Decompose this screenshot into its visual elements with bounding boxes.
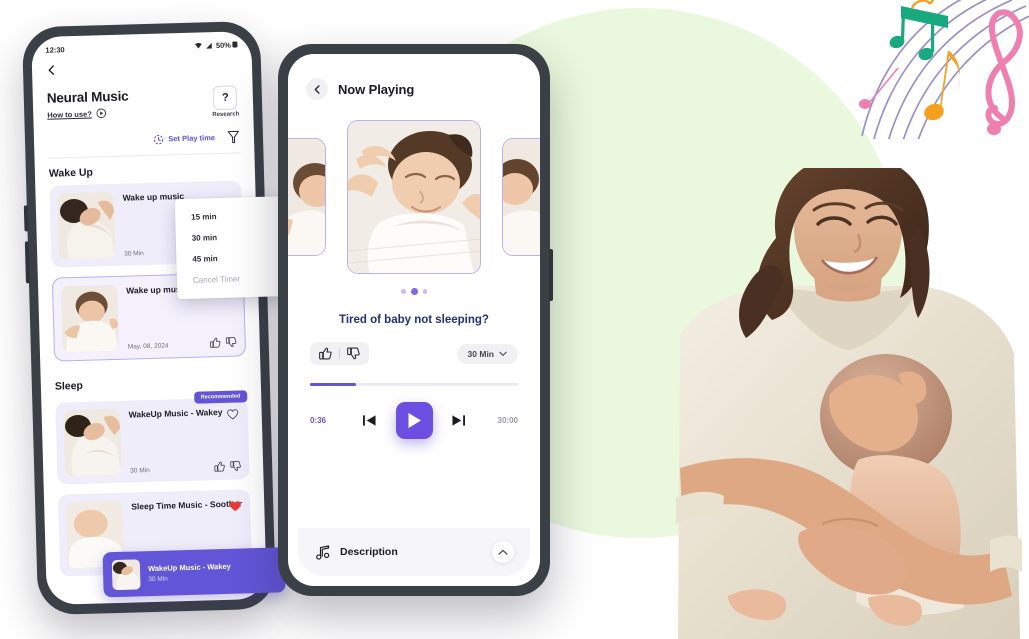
player-controls: 0:36 30:00 <box>288 386 540 439</box>
favorite-heart-filled[interactable] <box>229 498 241 516</box>
thumbs-down-icon[interactable] <box>230 460 241 471</box>
phone-left-playlist-screen: 12:30 50% Neural Music How to use? ? Res… <box>21 20 290 616</box>
heart-outline-icon <box>227 409 239 420</box>
cancel-timer-option[interactable]: Cancel Timer <box>177 267 290 291</box>
battery-icon <box>232 41 238 48</box>
carousel-dots[interactable] <box>288 288 540 295</box>
vote-divider <box>339 348 340 359</box>
timer-dropdown-menu[interactable]: 15 min 30 min 45 min Cancel Timer <box>174 196 290 300</box>
power-button[interactable] <box>549 249 553 301</box>
page-title: Neural Music <box>46 88 129 106</box>
set-play-time-button[interactable]: Set Play time <box>153 132 215 145</box>
track-thumbnail <box>61 284 119 353</box>
track-thumbnail <box>57 191 116 260</box>
mini-player-bar[interactable]: WakeUp Music - Wakey 30 Min <box>102 547 286 598</box>
expand-description-button[interactable] <box>492 541 514 563</box>
track-date: May, 08, 2024 <box>127 342 169 351</box>
page-header: Neural Music How to use? ? Research <box>32 75 253 123</box>
description-label: Description <box>340 546 398 558</box>
track-duration: 30 Min <box>130 467 150 475</box>
page-title: Now Playing <box>338 81 415 97</box>
thumbs-up-icon[interactable] <box>319 347 332 360</box>
favorite-heart-outline[interactable] <box>227 407 239 425</box>
status-time: 12:30 <box>45 44 65 55</box>
list-item[interactable]: Recommended WakeUp Music - Wakey 30 Min <box>55 390 250 485</box>
now-playing-header: Now Playing <box>288 54 540 100</box>
progress-bar[interactable] <box>310 383 518 386</box>
set-play-time-label: Set Play time <box>168 133 216 144</box>
music-notes-illustration <box>852 0 1029 147</box>
research-button[interactable]: ? Research <box>212 85 240 119</box>
carousel-dot-active[interactable] <box>410 288 418 295</box>
thumbs-up-icon[interactable] <box>214 461 225 472</box>
carousel-dot[interactable] <box>401 289 406 294</box>
how-to-use-label: How to use? <box>47 109 92 120</box>
artwork-carousel[interactable] <box>288 114 540 279</box>
carousel-dot[interactable] <box>422 289 427 294</box>
research-label: Research <box>212 111 240 119</box>
skip-previous-icon[interactable] <box>362 414 377 427</box>
duration-dropdown[interactable]: 30 Min <box>456 343 518 364</box>
track-duration: 30 Min <box>124 250 144 258</box>
volume-button[interactable] <box>23 205 29 232</box>
track-title: Sleep Time Music - Soother <box>131 498 243 512</box>
total-time: 30:00 <box>497 416 518 425</box>
action-row: 30 Min <box>288 326 540 365</box>
phone2-screen: Now Playing Tired of baby not sleeping? … <box>288 54 540 586</box>
heart-icon <box>229 501 241 511</box>
mini-player-title: WakeUp Music - Wakey <box>147 561 231 574</box>
phone-right-now-playing-screen: Now Playing Tired of baby not sleeping? … <box>278 44 553 596</box>
note-head <box>987 123 1001 135</box>
skip-next-icon[interactable] <box>451 414 466 427</box>
battery-percent: 50% <box>215 40 232 50</box>
screenshot-canvas: 12:30 50% Neural Music How to use? ? Res… <box>0 0 1029 639</box>
mini-player-duration: 30 Min <box>148 575 168 584</box>
description-footer[interactable]: Description <box>298 528 530 576</box>
wifi-icon <box>195 42 203 49</box>
track-thumbnail <box>63 408 122 477</box>
thumbs-up-icon[interactable] <box>209 337 221 348</box>
progress-fill <box>310 383 356 386</box>
filter-funnel-icon[interactable] <box>227 129 240 144</box>
track-caption: Tired of baby not sleeping? <box>339 314 489 326</box>
power-button[interactable] <box>24 241 30 284</box>
duration-label: 30 Min <box>467 348 494 359</box>
thumbs-down-icon[interactable] <box>225 337 237 348</box>
chevron-up-icon <box>498 549 508 555</box>
vote-control[interactable] <box>310 342 369 365</box>
track-info: WakeUp Music - Wakey 30 Min <box>129 406 242 475</box>
play-circle-icon <box>96 108 106 119</box>
play-icon <box>408 413 421 428</box>
thumbs-down-icon[interactable] <box>347 347 360 360</box>
timer-icon <box>154 134 164 145</box>
signal-icon <box>206 42 213 49</box>
back-button[interactable] <box>306 78 328 100</box>
music-note-icon <box>316 544 330 560</box>
elapsed-time: 0:36 <box>310 416 327 425</box>
mother-holding-baby-photo <box>672 168 1024 639</box>
mini-player-thumbnail <box>111 558 141 590</box>
carousel-slide-active[interactable] <box>347 119 481 274</box>
how-to-use-link[interactable]: How to use? <box>47 107 129 119</box>
carousel-slide-prev[interactable] <box>288 137 326 256</box>
chevron-left-icon <box>314 84 320 94</box>
phone1-screen: 12:30 50% Neural Music How to use? ? Res… <box>31 31 267 605</box>
play-button[interactable] <box>395 402 433 439</box>
carousel-slide-next[interactable] <box>502 137 540 256</box>
research-glyph: ? <box>213 85 238 111</box>
progress-track[interactable] <box>310 383 518 386</box>
status-badge: Recommended <box>193 390 248 404</box>
track-title: WakeUp Music - Wakey <box>128 406 223 420</box>
chevron-down-icon <box>499 351 507 356</box>
chevron-left-icon <box>48 65 55 75</box>
